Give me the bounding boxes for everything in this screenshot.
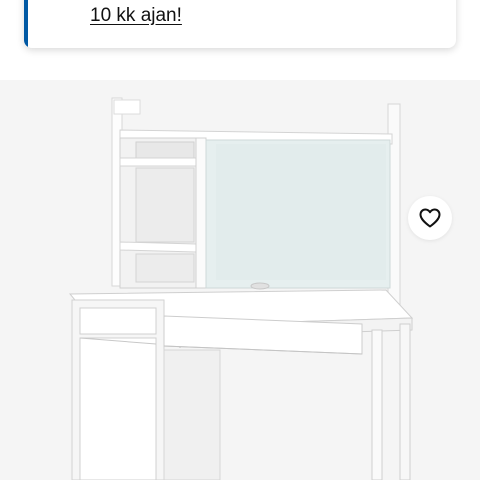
promo-accent-bar bbox=[24, 0, 28, 48]
heart-outline-icon bbox=[419, 208, 441, 228]
promo-card: 10 kk ajan! bbox=[24, 0, 456, 48]
product-image bbox=[68, 97, 414, 480]
favorite-button[interactable] bbox=[408, 196, 452, 240]
promo-link[interactable]: 10 kk ajan! bbox=[90, 5, 182, 27]
product-image-area bbox=[0, 80, 480, 480]
